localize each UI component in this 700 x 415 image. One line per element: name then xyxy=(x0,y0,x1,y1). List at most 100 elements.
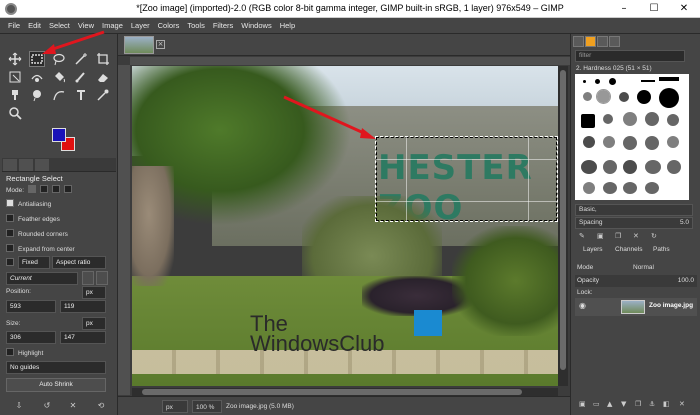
tab-layers[interactable]: Layers xyxy=(583,246,603,253)
size-height-field[interactable]: 147 xyxy=(60,331,106,344)
fixed-option[interactable] xyxy=(6,258,18,267)
brush-preset-dropdown[interactable]: Basic, xyxy=(575,204,693,216)
tool-options-tab-icon[interactable] xyxy=(3,159,17,171)
delete-layer-icon[interactable]: ✕ xyxy=(679,400,685,408)
layer-mode-row[interactable]: Mode Normal xyxy=(575,262,697,274)
raise-layer-icon[interactable]: ▲ xyxy=(607,400,612,408)
reset-tool-options-icon[interactable]: ⟲ xyxy=(96,401,106,411)
size-unit-dropdown[interactable]: px xyxy=(82,317,106,330)
save-tool-preset-icon[interactable]: ⇩ xyxy=(14,401,24,411)
menu-view[interactable]: View xyxy=(74,18,98,34)
menu-select[interactable]: Select xyxy=(45,18,74,34)
color-picker-tool-icon[interactable] xyxy=(96,88,110,102)
menu-tools[interactable]: Tools xyxy=(183,18,209,34)
menu-file[interactable]: File xyxy=(0,18,24,34)
foreground-color-swatch[interactable] xyxy=(52,128,66,142)
move-tool-icon[interactable] xyxy=(8,52,22,66)
rectangle-selection[interactable] xyxy=(375,136,558,222)
menu-filters[interactable]: Filters xyxy=(209,18,237,34)
layer-row[interactable]: ◉ Zoo image.jpg xyxy=(575,298,697,316)
rectangle-select-tool-icon[interactable] xyxy=(29,51,45,67)
clone-tool-icon[interactable] xyxy=(8,88,22,102)
layer-mask-icon[interactable]: ◧ xyxy=(663,400,670,408)
menu-image[interactable]: Image xyxy=(98,18,127,34)
unit-dropdown[interactable]: px xyxy=(162,400,188,413)
anchor-layer-icon[interactable]: ⚓ xyxy=(649,400,655,408)
lasso-tool-icon[interactable] xyxy=(52,52,66,66)
patterns-tab-icon[interactable] xyxy=(585,36,596,47)
brush-filter-input[interactable]: filter xyxy=(575,50,685,62)
close-image-tab-icon[interactable]: × xyxy=(156,40,165,49)
eraser-tool-icon[interactable] xyxy=(96,70,110,84)
expand-from-center-option[interactable]: Expand from center xyxy=(6,244,75,253)
layer-mode-dropdown[interactable]: Normal xyxy=(633,264,654,271)
brushes-tab-icon[interactable] xyxy=(573,36,584,47)
bucket-fill-tool-icon[interactable] xyxy=(52,70,66,84)
menu-layer[interactable]: Layer xyxy=(127,18,154,34)
delete-brush-icon[interactable]: ✕ xyxy=(633,232,639,240)
spacing-slider[interactable]: Spacing 5.0 xyxy=(575,217,693,229)
paintbrush-tool-icon[interactable] xyxy=(74,70,88,84)
current-field[interactable]: Current xyxy=(6,272,78,285)
device-status-tab-icon[interactable] xyxy=(19,159,33,171)
horizontal-scroll-thumb[interactable] xyxy=(142,389,522,395)
lower-layer-icon[interactable]: ▼ xyxy=(621,400,626,408)
brush-grid[interactable] xyxy=(575,74,689,200)
duplicate-layer-icon[interactable]: ❐ xyxy=(635,400,641,408)
position-y-field[interactable]: 119 xyxy=(60,300,106,313)
maximize-button[interactable]: ☐ xyxy=(640,0,668,18)
expand-from-center-checkbox[interactable] xyxy=(6,244,14,252)
portrait-button[interactable] xyxy=(82,271,94,285)
minimize-button[interactable]: – xyxy=(610,0,638,18)
document-history-tab-icon[interactable] xyxy=(609,36,620,47)
mode-replace-icon[interactable] xyxy=(27,185,36,193)
edit-brush-icon[interactable]: ✎ xyxy=(579,232,585,240)
menu-colors[interactable]: Colors xyxy=(154,18,184,34)
text-tool-icon[interactable] xyxy=(74,88,88,102)
menu-edit[interactable]: Edit xyxy=(24,18,45,34)
feather-edges-option[interactable]: Feather edges xyxy=(6,214,60,223)
layer-visibility-eye-icon[interactable]: ◉ xyxy=(579,301,589,311)
new-layer-group-icon[interactable]: ▭ xyxy=(593,400,600,408)
menu-windows[interactable]: Windows xyxy=(237,18,275,34)
position-x-field[interactable]: 593 xyxy=(6,300,56,313)
auto-shrink-button[interactable]: Auto Shrink xyxy=(6,378,106,392)
tab-paths[interactable]: Paths xyxy=(653,246,670,253)
size-width-field[interactable]: 306 xyxy=(6,331,56,344)
undo-history-tab-icon[interactable] xyxy=(35,159,49,171)
crop-tool-icon[interactable] xyxy=(96,52,110,66)
duplicate-brush-icon[interactable]: ❐ xyxy=(615,232,621,240)
mode-add-icon[interactable] xyxy=(39,185,48,193)
antialiasing-checkbox[interactable] xyxy=(6,199,14,207)
position-unit-dropdown[interactable]: px xyxy=(82,286,106,299)
new-layer-icon[interactable]: ▣ xyxy=(579,400,586,408)
smudge-tool-icon[interactable] xyxy=(30,88,44,102)
warp-transform-tool-icon[interactable] xyxy=(30,70,44,84)
horizontal-scrollbar[interactable] xyxy=(132,388,558,396)
layer-name[interactable]: Zoo image.jpg xyxy=(649,302,693,309)
zoom-dropdown[interactable]: 100 % xyxy=(192,400,222,413)
mode-intersect-icon[interactable] xyxy=(63,185,72,193)
highlight-option[interactable]: Highlight xyxy=(6,348,43,357)
tab-channels[interactable]: Channels xyxy=(615,246,642,253)
image-tab-thumbnail[interactable] xyxy=(124,36,154,54)
rounded-corners-option[interactable]: Rounded corners xyxy=(6,229,68,238)
vertical-scroll-thumb[interactable] xyxy=(560,70,566,370)
opacity-slider[interactable]: Opacity 100.0 xyxy=(575,275,697,287)
fixed-ratio-dropdown[interactable]: Aspect ratio xyxy=(52,256,106,269)
guides-dropdown[interactable]: No guides xyxy=(6,361,106,374)
fixed-checkbox[interactable] xyxy=(6,258,14,266)
restore-tool-preset-icon[interactable]: ↺ xyxy=(42,401,52,411)
highlight-checkbox[interactable] xyxy=(6,348,14,356)
refresh-brushes-icon[interactable]: ↻ xyxy=(651,232,657,240)
image-canvas[interactable]: HESTER ZOO The WindowsClub xyxy=(132,66,558,386)
menu-help[interactable]: Help xyxy=(276,18,299,34)
mode-subtract-icon[interactable] xyxy=(51,185,60,193)
landscape-button[interactable] xyxy=(96,271,108,285)
antialiasing-option[interactable]: Antialiasing xyxy=(6,199,51,208)
delete-tool-preset-icon[interactable]: ✕ xyxy=(68,401,78,411)
rounded-corners-checkbox[interactable] xyxy=(6,229,14,237)
close-button[interactable]: ✕ xyxy=(670,0,698,18)
paths-tool-icon[interactable] xyxy=(52,88,66,102)
zoom-tool-icon[interactable] xyxy=(8,106,22,120)
